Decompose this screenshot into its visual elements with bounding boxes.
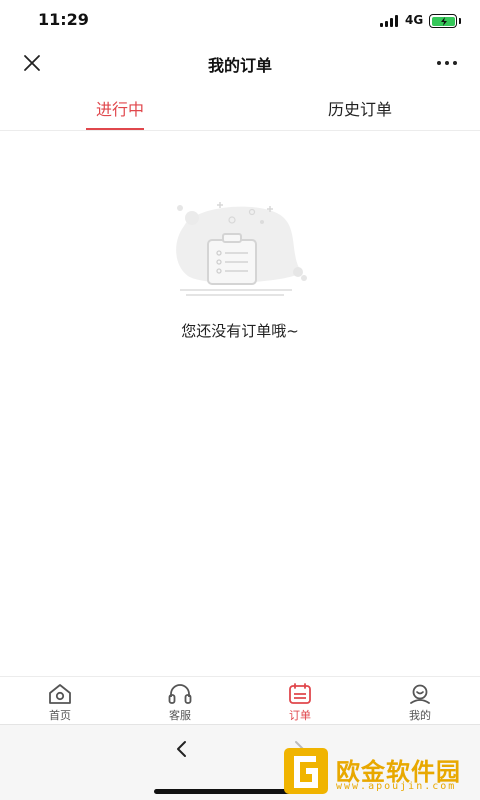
- watermark-badge: [284, 748, 328, 794]
- chevron-left-icon: [177, 741, 186, 757]
- order-icon: [289, 683, 311, 704]
- tabbar-item-home[interactable]: 首页: [0, 677, 120, 724]
- order-tabs: 进行中 历史订单: [0, 86, 480, 131]
- home-icon: [49, 684, 71, 704]
- battery-cap: [459, 18, 461, 24]
- empty-message: 您还没有订单哦~: [181, 322, 299, 340]
- network-type: 4G: [405, 13, 424, 27]
- battery-icon: [429, 14, 457, 28]
- tab-label: 历史订单: [327, 100, 392, 119]
- bottom-tabbar: 首页 客服 订单 我的: [0, 676, 480, 724]
- tabbar-label: 我的: [409, 709, 431, 722]
- status-bar: 11:29 4G: [0, 0, 480, 40]
- clipboard-icon: [176, 202, 307, 296]
- tabbar-label: 首页: [49, 709, 71, 722]
- tab-label: 进行中: [95, 100, 144, 119]
- back-button[interactable]: [168, 735, 196, 763]
- tabbar-item-service[interactable]: 客服: [120, 677, 240, 724]
- tab-in-progress[interactable]: 进行中: [0, 86, 240, 130]
- more-button[interactable]: [430, 48, 464, 78]
- tabbar-item-mine[interactable]: 我的: [360, 677, 480, 724]
- tabbar-label: 客服: [169, 709, 191, 722]
- tabbar-label: 订单: [289, 709, 311, 722]
- tab-active-indicator: [86, 128, 144, 130]
- tab-history[interactable]: 历史订单: [240, 86, 480, 130]
- status-time: 11:29: [38, 10, 89, 29]
- more-icon: [437, 61, 441, 65]
- watermark-logo: 欧金软件园 www.apoujin.com: [284, 748, 478, 798]
- nav-header: 我的订单: [0, 40, 480, 86]
- signal-icon: [380, 15, 398, 27]
- user-icon: [410, 684, 430, 704]
- headset-icon: [168, 684, 192, 704]
- page-title: 我的订单: [207, 56, 272, 75]
- watermark-url: www.apoujin.com: [336, 781, 457, 792]
- tabbar-item-orders[interactable]: 订单: [240, 677, 360, 724]
